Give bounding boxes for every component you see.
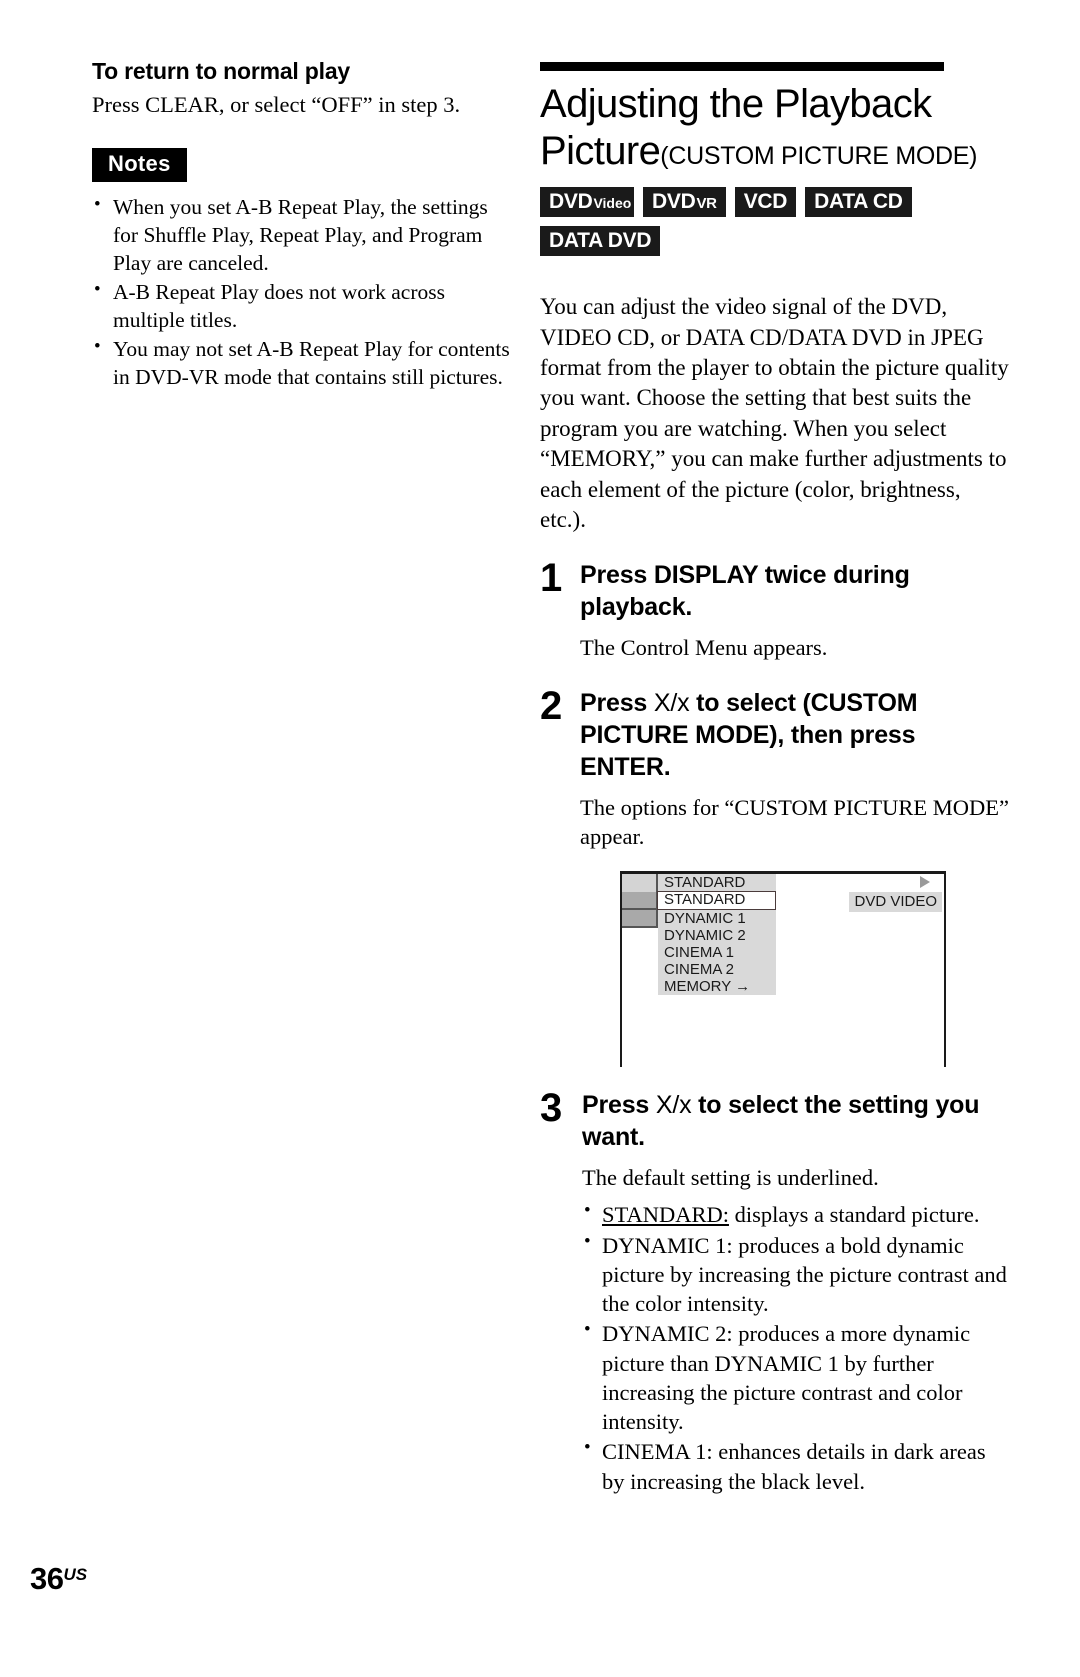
- list-item: A-B Repeat Play does not work across mul…: [92, 278, 512, 335]
- badge-vcd: VCD: [734, 187, 797, 218]
- notes-list: When you set A-B Repeat Play, the settin…: [92, 193, 512, 392]
- settings-description-list: STANDARD: displays a standard picture. D…: [582, 1199, 1010, 1496]
- setting-name: STANDARD:: [602, 1202, 729, 1228]
- list-item: STANDARD: displays a standard picture.: [582, 1199, 1010, 1229]
- list-item: CINEMA 1: enhances details in dark areas…: [582, 1436, 1010, 1496]
- setting-name: CINEMA 1:: [602, 1439, 713, 1465]
- section-rule: [540, 62, 944, 71]
- updown-arrow-keys-icon: X/x: [653, 688, 690, 717]
- format-badge-row: DVD Video DVD VR VCD DATA CD DATA DVD: [540, 187, 1010, 257]
- intro-paragraph: You can adjust the video signal of the D…: [540, 294, 1009, 532]
- badge-label-sub: VR: [696, 195, 717, 213]
- osd-option-cinema-1[interactable]: CINEMA 1: [658, 944, 776, 961]
- badge-label-main: DATA CD: [814, 190, 903, 214]
- step-note: The Control Menu appears.: [580, 635, 828, 661]
- list-item: DYNAMIC 1: produces a bold dynamic pictu…: [582, 1230, 1010, 1319]
- badge-dvd-vr: DVD VR: [643, 187, 726, 218]
- notes-badge: Notes: [92, 148, 187, 183]
- osd-option-list: STANDARD STANDARD DYNAMIC 1 DYNAMIC 2 CI…: [657, 874, 776, 995]
- setting-name: DYNAMIC 1:: [602, 1232, 733, 1258]
- osd-option-memory[interactable]: MEMORY →: [658, 978, 776, 995]
- step-number: 3: [540, 1086, 563, 1130]
- step-title-text: Press: [580, 688, 654, 717]
- page-title-qualifier: (CUSTOM PICTURE MODE): [660, 142, 978, 171]
- right-column: Adjusting the Playback Picture(CUSTOM PI…: [540, 62, 1010, 1497]
- updown-arrow-keys-icon: X/x: [655, 1091, 692, 1119]
- step-note: The default setting is underlined.: [582, 1165, 879, 1190]
- left-column: To return to normal play Press CLEAR, or…: [92, 58, 512, 393]
- list-item: You may not set A-B Repeat Play for cont…: [92, 335, 512, 392]
- osd-icon-column: [622, 874, 658, 928]
- badge-data-cd: DATA CD: [805, 187, 912, 218]
- step-3: 3 Press X/x to select the setting you wa…: [540, 1086, 1010, 1497]
- list-item: DYNAMIC 2: produces a more dynamic pictu…: [582, 1318, 1010, 1436]
- step-number: 2: [540, 683, 563, 728]
- step-note: The options for “CUSTOM PICTURE MODE” ap…: [580, 794, 1009, 849]
- osd-icon-placeholder: [622, 892, 658, 910]
- osd-option-dynamic-2[interactable]: DYNAMIC 2: [658, 927, 776, 944]
- setting-description: displays a standard picture.: [728, 1202, 980, 1228]
- list-item: When you set A-B Repeat Play, the settin…: [92, 193, 512, 278]
- osd-option-cinema-2[interactable]: CINEMA 2: [658, 961, 776, 978]
- osd-option-dynamic-1[interactable]: DYNAMIC 1: [658, 910, 776, 927]
- page-folio: 36US: [30, 1561, 87, 1597]
- osd-frame: STANDARD STANDARD DYNAMIC 1 DYNAMIC 2 CI…: [620, 871, 946, 1067]
- page-region-suffix: US: [63, 1565, 88, 1584]
- step-title: Press X/x to select the setting you want…: [582, 1089, 1010, 1153]
- osd-current-value: STANDARD: [664, 874, 746, 891]
- play-arrow-icon: [920, 876, 930, 888]
- badge-dvd-video: DVD Video: [540, 187, 634, 218]
- section-subheading: To return to normal play: [92, 58, 351, 84]
- step-title-text: Press DISPLAY twice during playback.: [580, 561, 910, 622]
- step-number: 1: [540, 556, 563, 601]
- osd-illustration: STANDARD STANDARD DYNAMIC 1 DYNAMIC 2 CI…: [620, 871, 946, 1067]
- badge-label-sub: Video: [593, 195, 632, 212]
- step-title: Press DISPLAY twice during playback.: [580, 559, 1010, 623]
- badge-label-main: DVD: [549, 190, 593, 214]
- setting-name: DYNAMIC 2:: [602, 1321, 733, 1347]
- osd-icon-placeholder: [622, 910, 658, 928]
- osd-option-standard[interactable]: STANDARD: [657, 891, 776, 910]
- osd-icon-placeholder: [622, 874, 658, 892]
- step-title-text: Press: [582, 1091, 656, 1119]
- badge-data-dvd: DATA DVD: [540, 226, 661, 257]
- step-title: Press X/x to select (CUSTOM PICTURE MODE…: [580, 687, 1010, 783]
- badge-label-main: DVD: [652, 190, 696, 214]
- osd-disc-type-label: DVD VIDEO: [849, 892, 942, 912]
- manual-page: To return to normal play Press CLEAR, or…: [0, 0, 1080, 1677]
- step-1: 1 Press DISPLAY twice during playback. T…: [540, 556, 1010, 662]
- badge-label-main: VCD: [743, 190, 788, 214]
- page-title: Adjusting the Playback Picture(CUSTOM PI…: [540, 81, 1010, 175]
- return-to-normal-play-text: Press CLEAR, or select “OFF” in step 3.: [92, 92, 461, 118]
- page-number: 36: [30, 1561, 64, 1596]
- step-2: 2 Press X/x to select (CUSTOM PICTURE MO…: [540, 683, 1010, 1067]
- badge-label-main: DATA DVD: [549, 229, 652, 253]
